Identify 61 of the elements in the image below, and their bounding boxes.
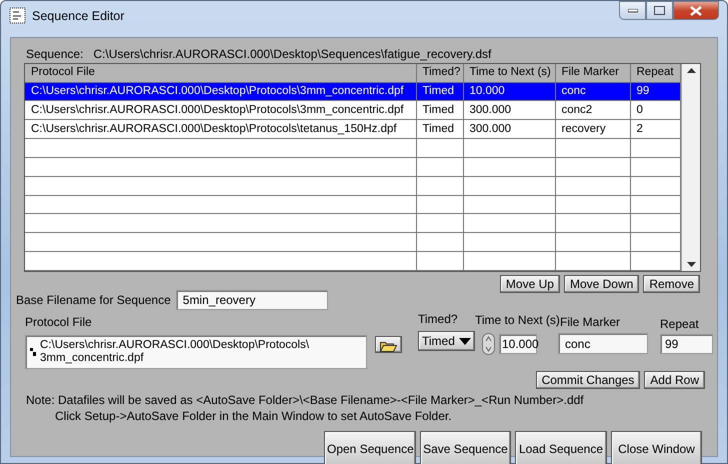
action-button[interactable]: Close Window [611, 431, 702, 464]
column-header: Time to Next (s) [463, 64, 555, 82]
file-marker-field[interactable]: conc [558, 333, 648, 354]
maximize-icon [654, 6, 665, 15]
table-cell: Timed [416, 120, 463, 139]
note-text: Click Setup->AutoSave Folder in the Main Window to set AutoSave Folder. [54, 408, 453, 424]
field-label: Base Filename for Sequence [16, 292, 171, 309]
action-button[interactable]: Remove [643, 275, 700, 293]
sequence-path: C:\Users\chrisr.AURORASCI.000\Desktop\Sequences\fatigue_recovery.dsf [93, 46, 492, 63]
action-button[interactable]: Move Down [564, 275, 640, 293]
table-cell: 300.000 [463, 120, 555, 139]
column-header: Protocol File [25, 64, 416, 82]
browse-button[interactable] [375, 336, 402, 353]
table-cell: recovery [555, 120, 630, 139]
table-cell: C:\Users\chrisr.AURORASCI.000\Desktop\Protocols\3mm_concentric.dpf [25, 82, 416, 101]
column-header: Timed? [416, 64, 463, 82]
table-cell: 99 [630, 82, 680, 101]
column-header: File Marker [555, 64, 630, 82]
note-text: Note: Datafiles will be saved as <AutoSave Folder>\<Base Filename>-<File Marker>_<Run Number>.ddf [26, 392, 585, 408]
table-cell: conc2 [555, 100, 630, 120]
table-cell: 300.000 [463, 100, 555, 120]
field-label: Time to Next (s) [475, 312, 559, 329]
table-cell: 10.000 [463, 82, 555, 101]
caret-icon [458, 338, 471, 344]
table-cell: C:\Users\chrisr.AURORASCI.000\Desktop\Protocols\3mm_concentric.dpf [25, 100, 416, 120]
column-header: Repeat [630, 64, 680, 82]
app-icon [9, 7, 26, 24]
minimize-icon [628, 8, 638, 12]
action-button[interactable]: Move Up [500, 275, 560, 293]
sequence-label: Sequence: [26, 46, 84, 63]
maximize-button[interactable] [646, 1, 673, 20]
close-icon [690, 6, 702, 16]
action-button[interactable]: Save Sequence [420, 431, 511, 464]
table-cell: Timed [416, 82, 463, 101]
table-row[interactable]: C:\Users\chrisr.AURORASCI.000\Desktop\Protocols\3mm_concentric.dpf Timed 10.000 conc 99 [25, 82, 680, 101]
path-icon [30, 347, 36, 357]
table-row[interactable]: C:\Users\chrisr.AURORASCI.000\Desktop\Protocols\3mm_concentric.dpf Timed 300.000 conc2 0 [25, 100, 680, 120]
action-button[interactable]: Commit Changes [536, 371, 640, 389]
base-filename-field[interactable]: 5min_reovery [176, 290, 328, 310]
scroll-down-icon[interactable] [686, 262, 696, 267]
table-cell: conc [555, 82, 630, 101]
time-to-next-field[interactable]: 10.000 [499, 334, 537, 354]
scroll-up-icon[interactable] [686, 68, 696, 73]
table-row[interactable]: C:\Users\chrisr.AURORASCI.000\Desktop\Protocols\tetanus_150Hz.dpf Timed 300.000 recovery 2 [25, 120, 680, 139]
protocol-file-field[interactable]: C:\Users\chrisr.AURORASCI.000\Desktop\Protocols\ 3mm_concentric.dpf [25, 335, 367, 369]
table-cell: Timed [416, 100, 463, 120]
scrollbar[interactable] [681, 64, 700, 271]
action-button[interactable]: Open Sequence [324, 431, 416, 464]
field-label: Protocol File [25, 314, 93, 331]
action-button[interactable]: Add Row [644, 371, 705, 389]
folder-icon [380, 340, 397, 352]
action-button[interactable]: Load Sequence [515, 431, 607, 464]
window-title: Sequence Editor [32, 8, 124, 25]
close-button[interactable] [673, 1, 719, 20]
spinner-arrows[interactable] [482, 333, 495, 355]
repeat-field[interactable]: 99 [660, 334, 713, 354]
field-label: Repeat [660, 316, 700, 333]
field-label: Timed? [418, 312, 459, 327]
timed-dropdown[interactable]: Timed [418, 331, 475, 351]
table-cell: C:\Users\chrisr.AURORASCI.000\Desktop\Protocols\tetanus_150Hz.dpf [25, 120, 416, 139]
minimize-button[interactable] [619, 1, 646, 20]
